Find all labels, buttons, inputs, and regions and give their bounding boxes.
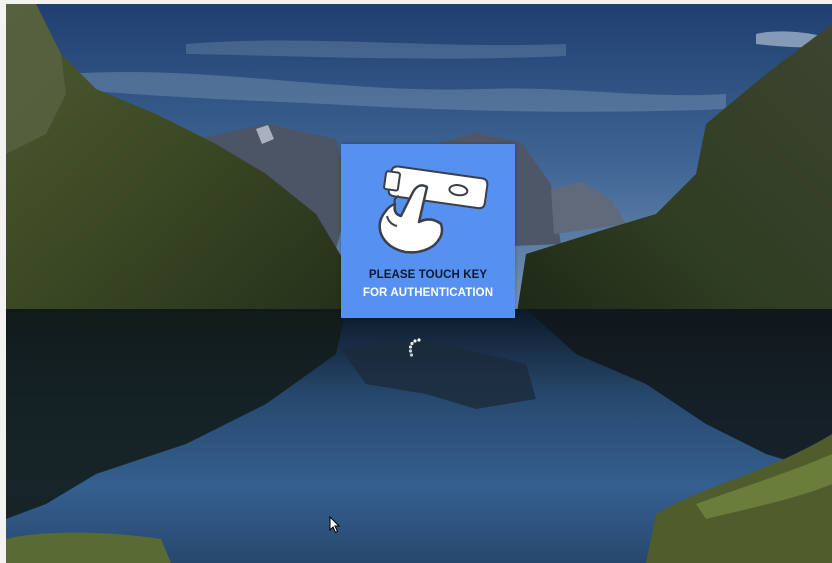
lock-screen: PLEASE TOUCH KEY FOR AUTHENTICATION bbox=[6, 4, 832, 563]
mouse-cursor-icon bbox=[329, 516, 341, 534]
authentication-instruction: FOR AUTHENTICATION bbox=[362, 287, 494, 299]
loading-spinner-icon bbox=[408, 338, 421, 357]
touch-key-instruction: PLEASE TOUCH KEY bbox=[368, 269, 488, 281]
authentication-prompt: PLEASE TOUCH KEY FOR AUTHENTICATION bbox=[341, 144, 515, 318]
